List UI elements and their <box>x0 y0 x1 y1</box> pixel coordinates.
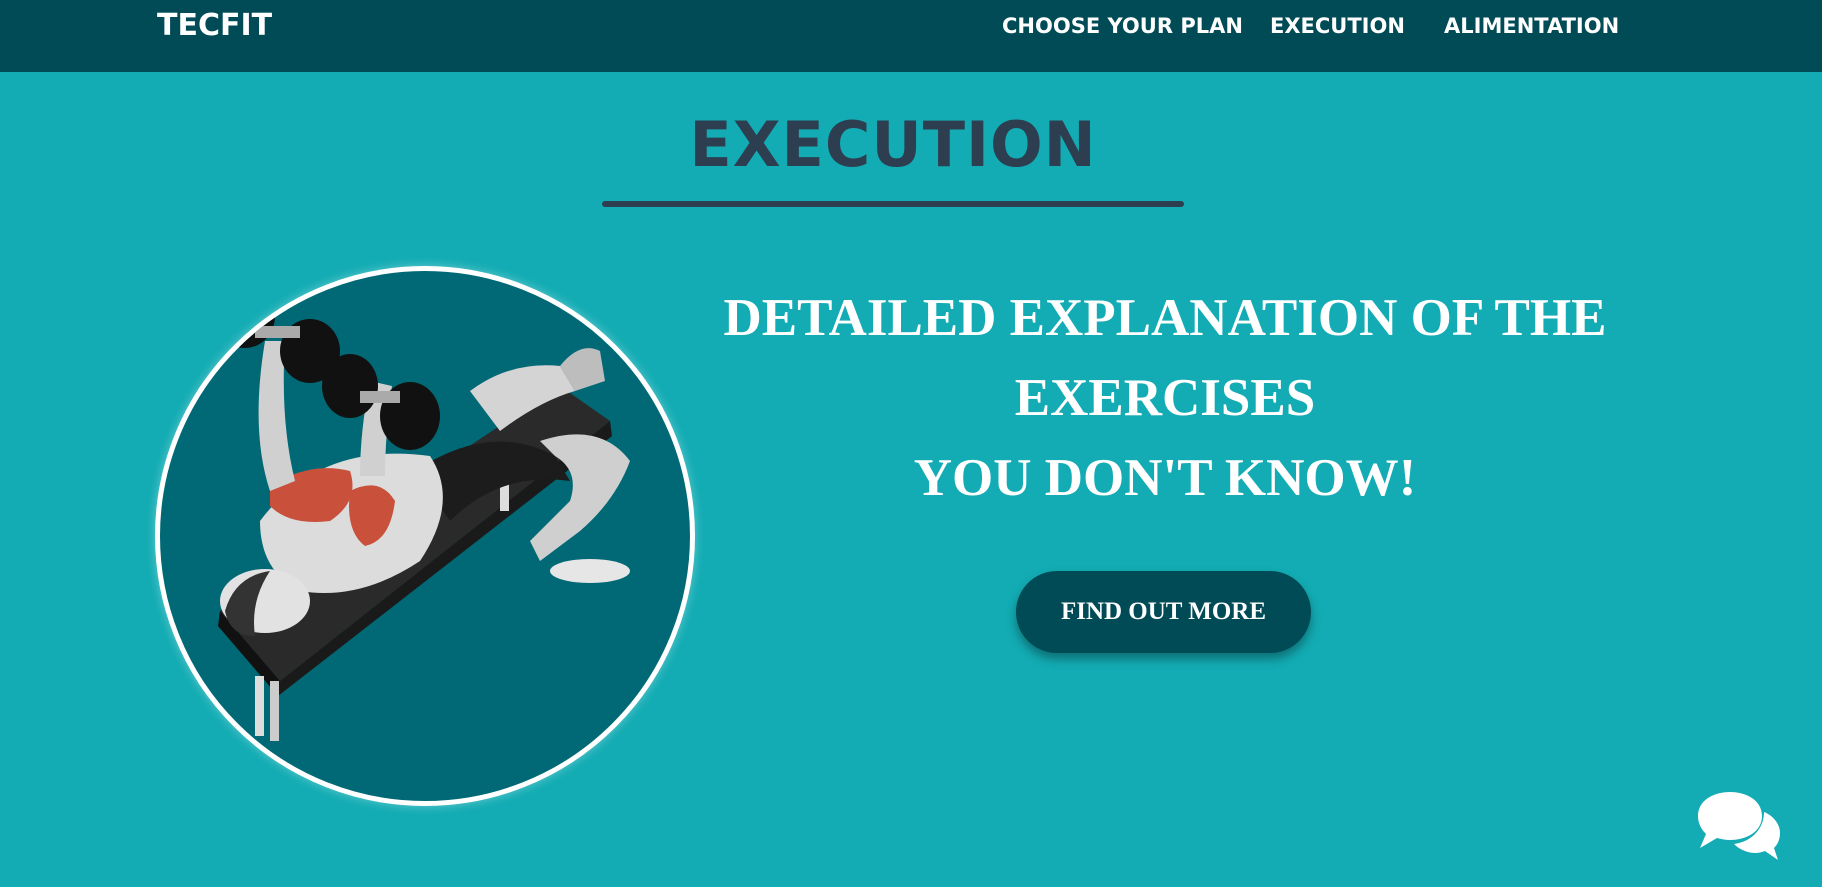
bench-press-illustration-icon <box>215 284 630 741</box>
top-navbar: TECFIT CHOOSE YOUR PLAN EXECUTION ALIMEN… <box>0 0 1822 72</box>
headline-line-3: YOU DON'T KNOW! <box>913 449 1417 507</box>
headline-line-2: EXERCISES <box>1014 369 1316 427</box>
chat-bubbles-icon <box>1698 792 1780 860</box>
exercise-image <box>155 266 695 806</box>
find-out-more-button[interactable]: FIND OUT MORE <box>1016 571 1311 653</box>
headline-line-1: DETAILED EXPLANATION OF THE <box>723 289 1607 347</box>
brand-logo[interactable]: TECFIT <box>157 8 272 43</box>
nav-link-alimentation[interactable]: ALIMENTATION <box>1444 14 1619 38</box>
section-title: EXECUTION <box>689 108 1097 181</box>
nav-link-choose-your-plan[interactable]: CHOOSE YOUR PLAN <box>1002 14 1243 38</box>
hero-headline: DETAILED EXPLANATION OF THE EXERCISES YO… <box>700 278 1630 518</box>
chat-widget-button[interactable] <box>1692 790 1782 862</box>
nav-link-execution[interactable]: EXECUTION <box>1270 14 1405 38</box>
title-underline <box>602 201 1184 207</box>
